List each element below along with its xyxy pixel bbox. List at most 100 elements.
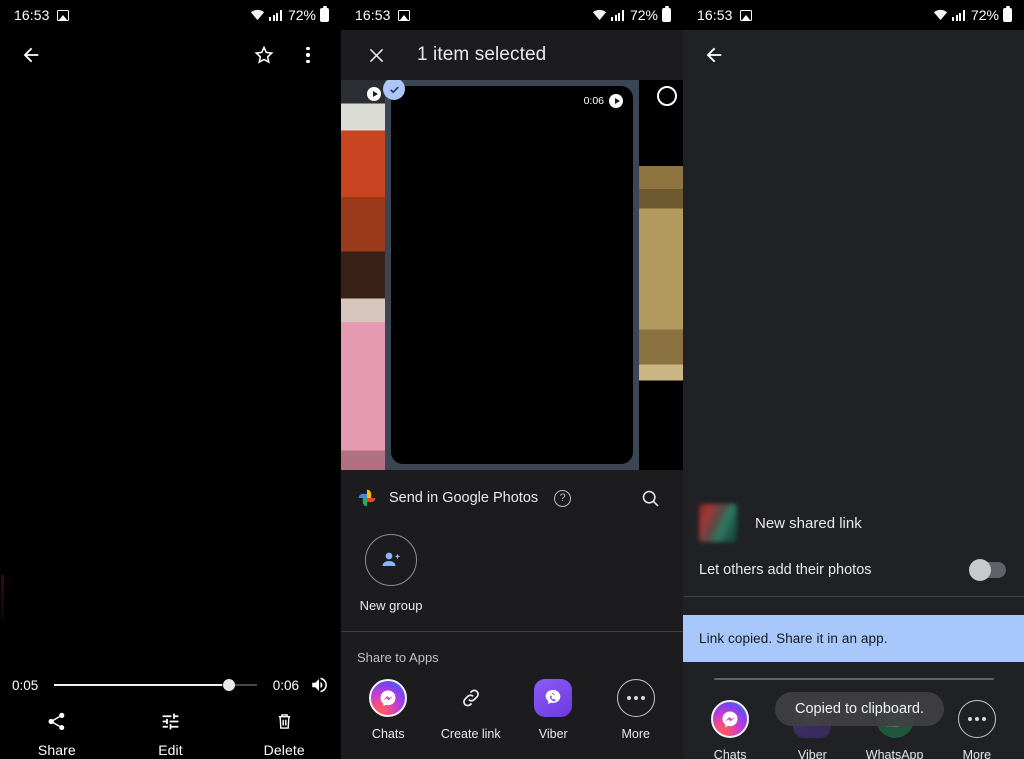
- shared-link-title: New shared link: [755, 514, 862, 532]
- star-outline-icon[interactable]: [247, 38, 281, 72]
- status-bar-2: 16:53 72%: [341, 0, 683, 30]
- status-bar-left: 16:53: [697, 7, 752, 23]
- cellular-signal-icon: [269, 9, 282, 21]
- help-circle-icon[interactable]: ?: [554, 489, 572, 507]
- edit-label: Edit: [158, 742, 183, 758]
- link-created-divider: [683, 596, 1024, 597]
- photo-icon: [397, 9, 410, 21]
- share-sheet-app-bar: 1 item selected: [341, 30, 683, 80]
- new-group-item[interactable]: New group: [341, 526, 441, 613]
- battery-icon: [320, 5, 329, 22]
- player-controls: 0:05 0:06 Share Edit Delete: [0, 659, 341, 759]
- battery-percent: 72%: [629, 7, 658, 23]
- video-duration-badge: 0:06: [584, 94, 623, 108]
- more-horiz-icon: [616, 679, 655, 717]
- app-whatsapp-label: WhatsApp: [865, 748, 924, 759]
- share-to-apps-title: Share to Apps: [357, 650, 439, 665]
- messenger-icon: [369, 679, 408, 717]
- video-surface[interactable]: [0, 80, 341, 659]
- edit-button[interactable]: Edit: [114, 711, 228, 758]
- app-chats[interactable]: Chats: [347, 679, 430, 741]
- trash-icon: [274, 711, 295, 735]
- google-photos-logo-icon: [357, 488, 377, 508]
- app-more-label: More: [962, 748, 992, 759]
- thumbnail-video-preview: 0:06: [391, 86, 633, 464]
- link-created-app-bar: [683, 30, 1024, 80]
- link-preview-thumbnail: [699, 504, 737, 542]
- app-viber-label: Viber: [797, 748, 827, 759]
- back-arrow-icon[interactable]: [14, 38, 48, 72]
- app-more[interactable]: More: [595, 679, 678, 741]
- status-bar-right: 72%: [250, 5, 329, 23]
- status-bar-3: 16:53 72%: [683, 0, 1024, 30]
- play-icon: [367, 87, 381, 101]
- link-copied-banner[interactable]: Link copied. Share it in an app.: [683, 615, 1024, 662]
- panel-share-sheet: 16:53 72% 1 item selected 0:06 Send in G…: [341, 0, 683, 759]
- seek-bar[interactable]: [54, 677, 257, 693]
- player-app-bar: [0, 30, 341, 80]
- more-horiz-icon: [957, 700, 996, 738]
- new-group-label: New group: [359, 598, 423, 613]
- share-to-apps-row: Chats Create link Viber More: [341, 665, 683, 741]
- status-bar-right: 72%: [592, 5, 671, 23]
- media-thumbnail-strip: 0:06: [341, 80, 683, 470]
- video-duration-label: 0:06: [583, 95, 604, 107]
- app-more[interactable]: More: [936, 700, 1018, 759]
- messenger-icon: [711, 700, 750, 738]
- shared-link-row[interactable]: New shared link: [683, 490, 1024, 548]
- status-bar-1: 16:53 72%: [0, 0, 341, 30]
- app-create-link-label: Create link: [440, 727, 501, 741]
- delete-button[interactable]: Delete: [227, 711, 341, 758]
- app-chats[interactable]: Chats: [689, 700, 771, 759]
- thumbnail-video-selected[interactable]: 0:06: [383, 80, 639, 470]
- let-others-add-toggle[interactable]: [969, 559, 1006, 581]
- let-others-add-row[interactable]: Let others add their photos: [683, 548, 1024, 596]
- thumbnail-photo-left[interactable]: [341, 80, 385, 470]
- selection-title: 1 item selected: [417, 44, 547, 65]
- app-viber[interactable]: Viber: [512, 679, 595, 741]
- three-panel-screenshot: 16:53 72% 0:05 0:06 Share Edit Delete 16…: [0, 0, 1024, 759]
- app-chats-label: Chats: [713, 748, 747, 759]
- battery-percent: 72%: [970, 7, 999, 23]
- unselected-circle-icon[interactable]: [657, 86, 677, 106]
- battery-percent: 72%: [287, 7, 316, 23]
- viber-icon: [534, 679, 573, 717]
- total-time-label: 0:06: [272, 677, 299, 693]
- panel-link-created: 16:53 72% New shared link Let others add…: [683, 0, 1024, 759]
- battery-icon: [662, 5, 671, 22]
- player-action-bar: Share Edit Delete: [0, 711, 341, 758]
- more-vert-icon[interactable]: [291, 38, 325, 72]
- send-in-google-photos-label: Send in Google Photos: [389, 490, 539, 506]
- link-created-empty-area: [683, 80, 1024, 490]
- status-time: 16:53: [355, 7, 391, 23]
- seek-thumb[interactable]: [222, 679, 235, 691]
- copied-to-clipboard-toast: Copied to clipboard.: [775, 692, 944, 726]
- app-viber-label: Viber: [538, 727, 568, 741]
- panel-video-player: 16:53 72% 0:05 0:06 Share Edit Delete: [0, 0, 341, 759]
- current-time-label: 0:05: [12, 677, 39, 693]
- close-icon[interactable]: [359, 38, 393, 72]
- video-edge-artifact: [1, 575, 4, 620]
- back-arrow-icon[interactable]: [697, 38, 731, 72]
- send-in-google-photos-row[interactable]: Send in Google Photos ?: [341, 470, 683, 526]
- toggle-knob: [969, 559, 991, 581]
- link-icon: [452, 679, 490, 717]
- photo-icon: [739, 9, 752, 21]
- battery-icon: [1003, 5, 1012, 22]
- status-time: 16:53: [697, 7, 733, 23]
- seek-row: 0:05 0:06: [0, 671, 341, 699]
- share-button[interactable]: Share: [0, 711, 114, 758]
- play-icon: [609, 94, 623, 108]
- volume-up-icon[interactable]: [309, 676, 329, 694]
- app-create-link[interactable]: Create link: [430, 679, 513, 741]
- share-label: Share: [37, 742, 76, 758]
- search-icon[interactable]: [633, 481, 667, 515]
- wifi-icon: [933, 9, 948, 21]
- seek-fill: [54, 684, 223, 686]
- status-time: 16:53: [14, 7, 50, 23]
- wifi-icon: [592, 9, 607, 21]
- delete-label: Delete: [263, 742, 305, 758]
- cellular-signal-icon: [952, 9, 965, 21]
- thumbnail-photo-right[interactable]: [639, 80, 683, 470]
- status-bar-left: 16:53: [355, 7, 410, 23]
